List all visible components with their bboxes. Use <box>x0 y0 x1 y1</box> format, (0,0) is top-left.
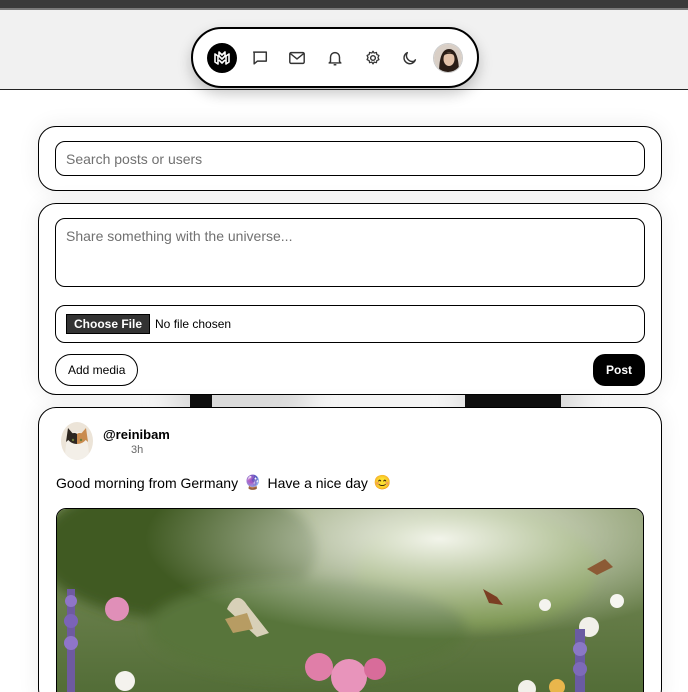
post-header: @reinibam 3h <box>56 422 644 460</box>
post-text-tail: Have a nice day <box>267 474 368 491</box>
logo-mark-icon <box>214 50 230 65</box>
file-picker[interactable]: Choose File No file chosen <box>55 305 645 343</box>
post-timestamp: 3h <box>131 444 144 456</box>
compose-textarea[interactable] <box>55 218 645 287</box>
post-image[interactable] <box>56 508 644 692</box>
compose-card: Choose File No file chosen Add media Pos… <box>38 203 662 395</box>
gear-icon[interactable] <box>354 39 392 77</box>
moon-icon[interactable] <box>392 39 430 77</box>
cat-avatar-image <box>61 422 93 460</box>
search-input[interactable] <box>55 141 645 176</box>
user-avatar[interactable] <box>433 42 463 73</box>
smile-emoji: 😊 <box>373 474 392 490</box>
post-username[interactable]: @reinibam <box>103 427 170 442</box>
crystal-ball-emoji: 🔮 <box>244 474 262 490</box>
mail-icon[interactable] <box>278 39 316 77</box>
post-author-avatar[interactable] <box>61 422 93 460</box>
chat-bubble-icon[interactable] <box>241 39 279 77</box>
choose-file-button[interactable]: Choose File <box>66 314 151 334</box>
user-avatar-image <box>434 43 462 72</box>
compose-actions: Add media Post <box>55 354 645 386</box>
search-card <box>38 126 662 191</box>
bell-icon[interactable] <box>316 39 354 77</box>
file-status-label: No file chosen <box>155 317 232 331</box>
garden-photo <box>57 509 643 692</box>
add-media-button[interactable]: Add media <box>55 354 139 386</box>
top-nav-pill <box>191 27 479 88</box>
post-meta: @reinibam 3h <box>103 422 170 456</box>
window-top-strip <box>0 0 688 10</box>
post-body: Good morning from Germany 🔮 Have a nice … <box>56 474 644 491</box>
post-text-main: Good morning from Germany <box>56 474 239 491</box>
logo-icon[interactable] <box>207 42 237 73</box>
post-card: @reinibam 3h Good morning from Germany 🔮… <box>38 407 662 692</box>
post-button[interactable]: Post <box>593 354 645 386</box>
